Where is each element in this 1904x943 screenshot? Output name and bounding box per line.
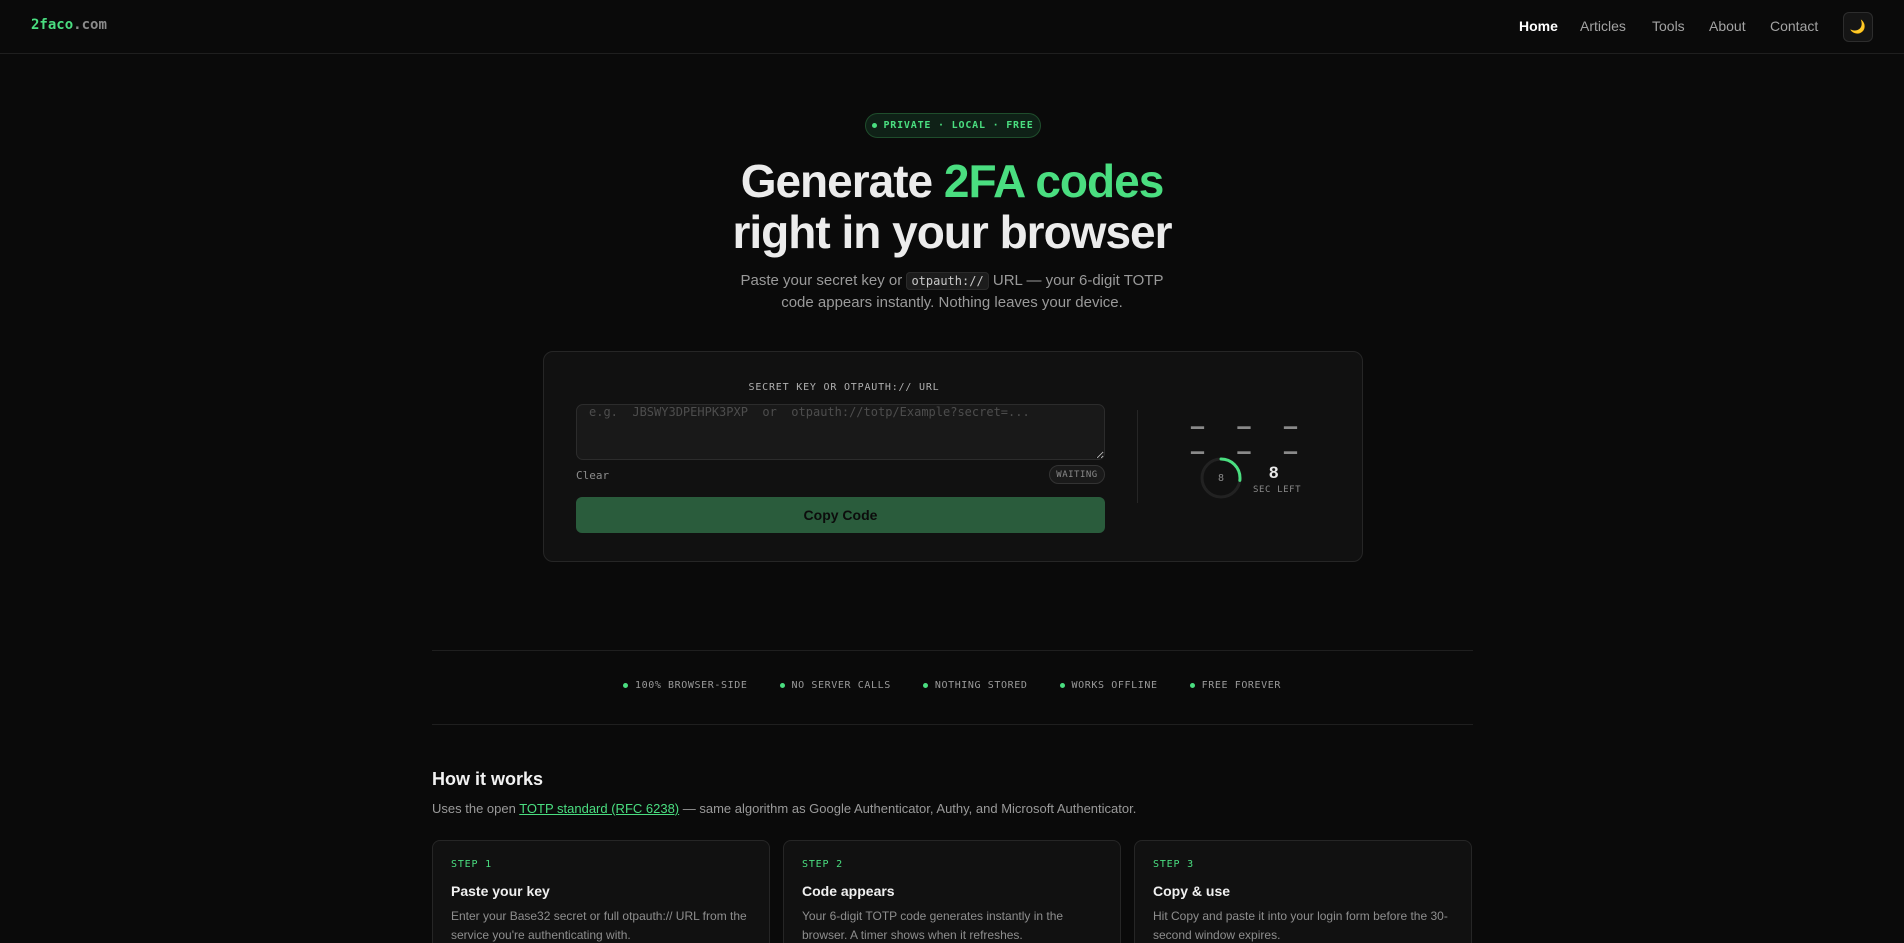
step-number: STEP 3 bbox=[1153, 859, 1194, 870]
nav-home[interactable]: Home bbox=[1519, 18, 1558, 34]
seconds-left-value: 8 bbox=[1269, 463, 1279, 482]
otp-code-display: – – – – – – bbox=[1190, 415, 1308, 465]
divider-bottom bbox=[432, 724, 1473, 725]
hero-subtitle: Paste your secret key or otpauth:// URL … bbox=[0, 270, 1904, 314]
secret-field-label: SECRET KEY OR OTPAUTH:// URL bbox=[748, 382, 940, 393]
step-title: Paste your key bbox=[451, 883, 550, 899]
nav-tools[interactable]: Tools bbox=[1652, 18, 1685, 34]
subtitle-part1: Paste your secret key or bbox=[740, 272, 907, 289]
feature-label: WORKS OFFLINE bbox=[1071, 680, 1158, 691]
top-navbar: 2faco.com Home Articles Tools About Cont… bbox=[0, 0, 1904, 54]
step-description: Your 6-digit TOTP code generates instant… bbox=[802, 909, 1064, 942]
feature-dot-icon bbox=[922, 683, 928, 688]
feature-item: 100% BROWSER-SIDE bbox=[622, 680, 748, 691]
moon-icon: 🌙 bbox=[1849, 19, 1867, 34]
feature-item: NOTHING STORED bbox=[922, 680, 1028, 691]
hero-title-line2: right in your browser bbox=[732, 206, 1172, 258]
feature-item: FREE FOREVER bbox=[1189, 680, 1282, 691]
countdown-ring: 8 bbox=[1199, 456, 1243, 500]
subtitle-line2: code appears instantly. Nothing leaves y… bbox=[781, 294, 1123, 311]
hero-title-highlight: 2FA codes bbox=[943, 155, 1164, 207]
feature-item: NO SERVER CALLS bbox=[779, 680, 891, 691]
feature-label: FREE FOREVER bbox=[1201, 680, 1282, 691]
site-logo[interactable]: 2faco.com bbox=[31, 17, 107, 33]
privacy-pill: PRIVATE · LOCAL · FREE bbox=[865, 113, 1041, 138]
clear-button[interactable]: Clear bbox=[576, 469, 609, 482]
pill-text: PRIVATE · LOCAL · FREE bbox=[883, 120, 1034, 131]
how-sub-suffix: — same algorithm as Google Authenticator… bbox=[679, 801, 1137, 816]
step-card-2: STEP 2 Code appears Your 6-digit TOTP co… bbox=[783, 840, 1121, 943]
feature-dot-icon bbox=[1189, 683, 1195, 688]
rfc-link[interactable]: TOTP standard (RFC 6238) bbox=[519, 801, 679, 816]
secret-input[interactable] bbox=[576, 404, 1105, 460]
ring-value: 8 bbox=[1217, 472, 1225, 484]
how-it-works-subtitle: Uses the open TOTP standard (RFC 6238) —… bbox=[432, 801, 1136, 816]
divider-top bbox=[432, 650, 1473, 651]
hero-title: Generate 2FA codes right in your browser bbox=[0, 156, 1904, 258]
card-divider bbox=[1137, 410, 1138, 503]
generator-card: SECRET KEY OR OTPAUTH:// URL Clear WAITI… bbox=[543, 351, 1363, 562]
features-strip: 100% BROWSER-SIDE NO SERVER CALLS NOTHIN… bbox=[0, 680, 1904, 691]
status-dot-icon bbox=[872, 123, 878, 128]
how-sub-prefix: Uses the open bbox=[432, 801, 520, 816]
copy-code-button[interactable]: Copy Code bbox=[576, 497, 1105, 533]
hero-title-prefix: Generate bbox=[740, 155, 944, 207]
nav-about[interactable]: About bbox=[1709, 18, 1746, 34]
feature-dot-icon bbox=[1059, 683, 1065, 688]
feature-dot-icon bbox=[622, 683, 628, 688]
step-title: Copy & use bbox=[1153, 883, 1231, 899]
feature-dot-icon bbox=[779, 683, 785, 688]
step-title: Code appears bbox=[802, 883, 895, 899]
nav-articles[interactable]: Articles bbox=[1580, 18, 1626, 34]
theme-toggle-button[interactable]: 🌙 bbox=[1843, 12, 1873, 42]
seconds-left-label: SEC LEFT bbox=[1253, 485, 1302, 495]
subtitle-code: otpauth:// bbox=[906, 272, 989, 290]
feature-label: NOTHING STORED bbox=[934, 680, 1028, 691]
nav-contact[interactable]: Contact bbox=[1770, 18, 1818, 34]
step-card-3: STEP 3 Copy & use Hit Copy and paste it … bbox=[1134, 840, 1472, 943]
step-number: STEP 1 bbox=[451, 859, 492, 870]
status-badge: WAITING bbox=[1049, 465, 1105, 484]
feature-label: NO SERVER CALLS bbox=[791, 680, 891, 691]
step-description: Enter your Base32 secret or full otpauth… bbox=[451, 909, 747, 942]
subtitle-part2: URL — your 6-digit TOTP bbox=[988, 272, 1164, 289]
logo-primary: 2faco bbox=[31, 17, 74, 33]
feature-label: 100% BROWSER-SIDE bbox=[634, 680, 748, 691]
step-description: Hit Copy and paste it into your login fo… bbox=[1153, 909, 1448, 942]
feature-item: WORKS OFFLINE bbox=[1059, 680, 1158, 691]
step-number: STEP 2 bbox=[802, 859, 843, 870]
logo-suffix: .com bbox=[73, 17, 107, 33]
step-card-1: STEP 1 Paste your key Enter your Base32 … bbox=[432, 840, 770, 943]
how-it-works-title: How it works bbox=[432, 769, 544, 789]
